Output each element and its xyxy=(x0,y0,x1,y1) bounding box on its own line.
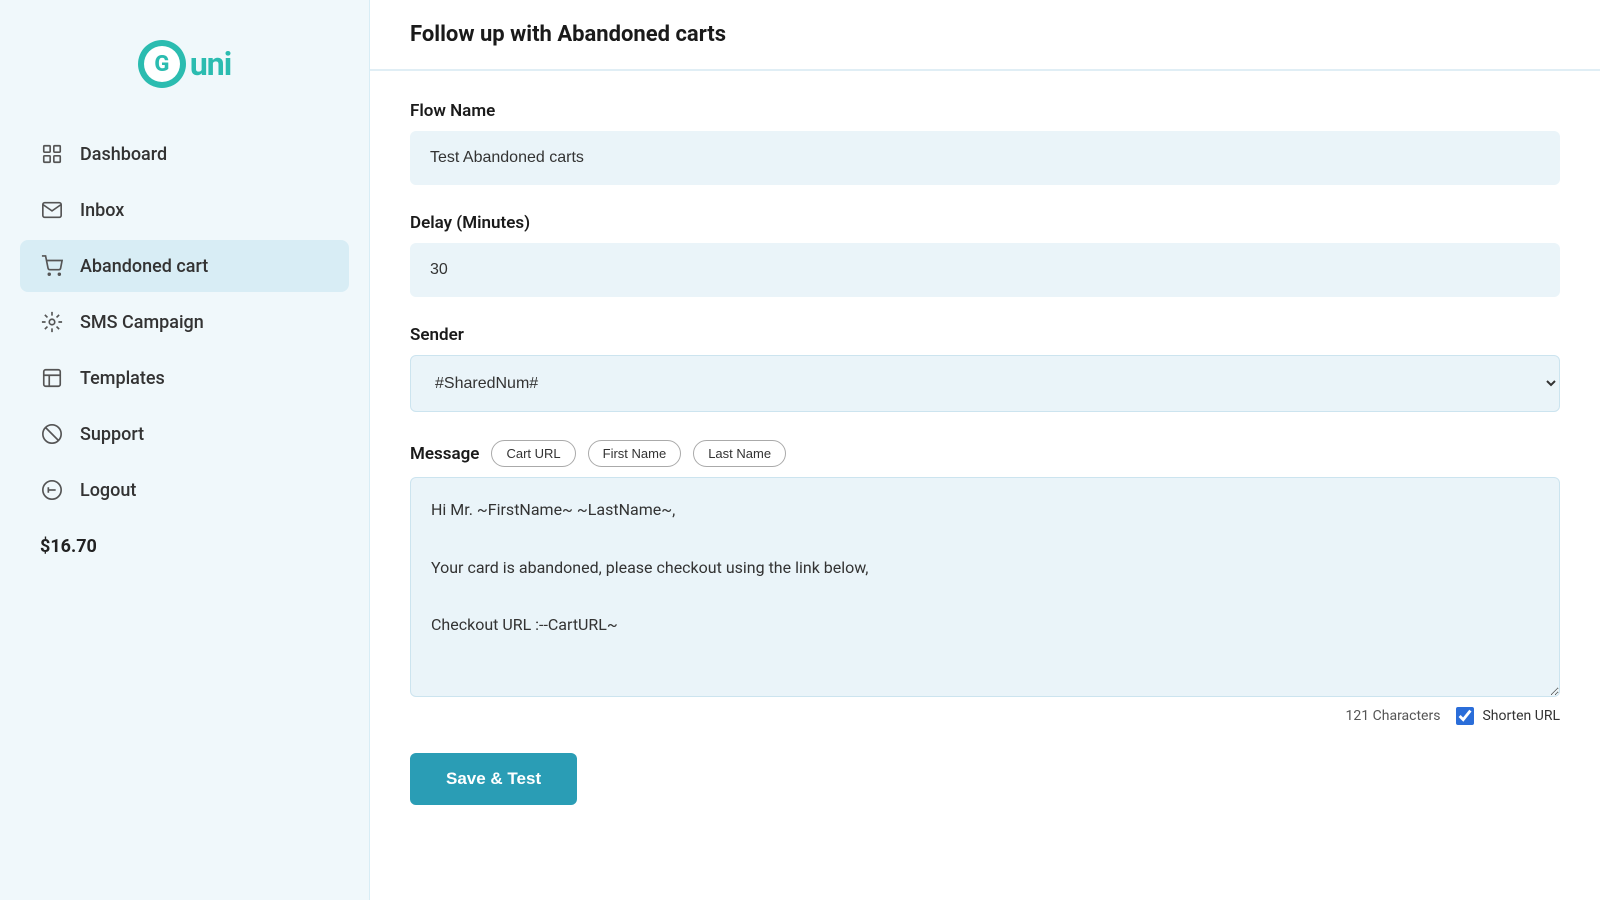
campaign-icon xyxy=(40,310,64,334)
sidebar-item-support-label: Support xyxy=(80,424,144,445)
logout-icon xyxy=(40,478,64,502)
account-balance: $16.70 xyxy=(40,536,329,557)
sidebar-item-templates-label: Templates xyxy=(80,368,165,389)
shorten-url-label: Shorten URL xyxy=(1482,708,1560,724)
sender-select[interactable]: #SharedNum# xyxy=(410,355,1560,412)
sidebar-item-logout[interactable]: Logout xyxy=(20,464,349,516)
cart-url-tag[interactable]: Cart URL xyxy=(491,440,575,467)
message-label: Message xyxy=(410,444,479,464)
sidebar-item-sms-campaign[interactable]: SMS Campaign xyxy=(20,296,349,348)
message-textarea[interactable]: Hi Mr. ~FirstName~ ~LastName~, Your card… xyxy=(410,477,1560,697)
page-header: Follow up with Abandoned carts xyxy=(370,0,1600,71)
sender-group: Sender #SharedNum# xyxy=(410,325,1560,412)
sidebar-item-templates[interactable]: Templates xyxy=(20,352,349,404)
sidebar-item-inbox-label: Inbox xyxy=(80,200,124,221)
sidebar-item-sms-campaign-label: SMS Campaign xyxy=(80,312,204,333)
sidebar: G uni Dashboard xyxy=(0,0,370,900)
char-count: 121 Characters xyxy=(1346,708,1441,724)
sender-label: Sender xyxy=(410,325,1560,345)
sidebar-item-dashboard[interactable]: Dashboard xyxy=(20,128,349,180)
sidebar-item-inbox[interactable]: Inbox xyxy=(20,184,349,236)
logo-area: G uni xyxy=(0,30,369,128)
sidebar-item-dashboard-label: Dashboard xyxy=(80,144,167,165)
delay-group: Delay (Minutes) xyxy=(410,213,1560,297)
templates-icon xyxy=(40,366,64,390)
flow-name-group: Flow Name xyxy=(410,101,1560,185)
flow-name-input[interactable] xyxy=(410,131,1560,185)
message-label-row: Message Cart URL First Name Last Name xyxy=(410,440,1560,467)
last-name-tag[interactable]: Last Name xyxy=(693,440,786,467)
char-count-row: 121 Characters Shorten URL xyxy=(410,707,1560,725)
flow-name-label: Flow Name xyxy=(410,101,1560,121)
delay-input[interactable] xyxy=(410,243,1560,297)
first-name-tag[interactable]: First Name xyxy=(588,440,682,467)
shorten-url-row: Shorten URL xyxy=(1456,707,1560,725)
sidebar-item-abandoned-cart-label: Abandoned cart xyxy=(80,256,208,277)
page-title: Follow up with Abandoned carts xyxy=(410,22,1560,47)
nav-menu: Dashboard Inbox Abandoned cart xyxy=(0,128,369,516)
main-content: Follow up with Abandoned carts Flow Name… xyxy=(370,0,1600,900)
save-test-button[interactable]: Save & Test xyxy=(410,753,577,805)
sidebar-item-abandoned-cart[interactable]: Abandoned cart xyxy=(20,240,349,292)
save-button-area: Save & Test xyxy=(410,753,1560,805)
dashboard-icon xyxy=(40,142,64,166)
logo-letter: G xyxy=(154,52,169,77)
sidebar-item-logout-label: Logout xyxy=(80,480,136,501)
sidebar-item-support[interactable]: Support xyxy=(20,408,349,460)
form-area: Flow Name Delay (Minutes) Sender #Shared… xyxy=(370,71,1600,835)
support-icon xyxy=(40,422,64,446)
logo-text: uni xyxy=(190,45,231,83)
inbox-icon xyxy=(40,198,64,222)
shorten-url-checkbox[interactable] xyxy=(1456,707,1474,725)
logo-icon: G xyxy=(138,40,186,88)
delay-label: Delay (Minutes) xyxy=(410,213,1560,233)
cart-icon xyxy=(40,254,64,278)
message-group: Message Cart URL First Name Last Name Hi… xyxy=(410,440,1560,725)
